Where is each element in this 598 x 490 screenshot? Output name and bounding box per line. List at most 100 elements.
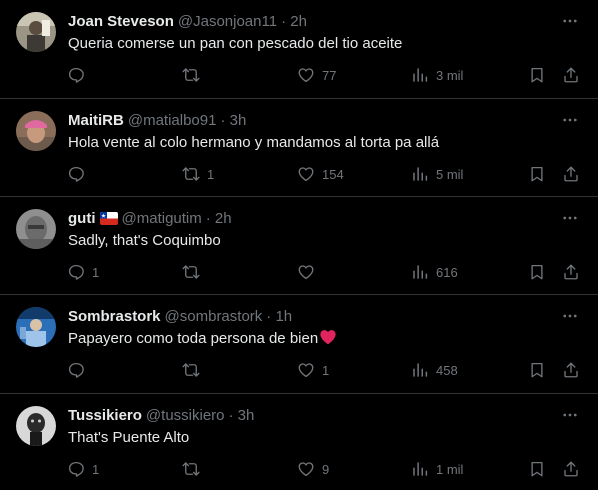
- more-icon[interactable]: [558, 404, 582, 426]
- tweet[interactable]: guti @matigutim · 2h Sadly, that's Coqui…: [0, 197, 598, 295]
- views-icon: [410, 459, 430, 479]
- views-icon: [410, 164, 430, 184]
- views-button[interactable]: 5 mil: [410, 162, 463, 186]
- bookmark-button[interactable]: [527, 260, 547, 284]
- reply-button[interactable]: [66, 162, 92, 186]
- share-button[interactable]: [561, 63, 581, 87]
- action-bar: 77 3 mil: [0, 63, 598, 87]
- like-count: 154: [322, 166, 344, 182]
- retweet-icon: [181, 164, 201, 184]
- retweet-button[interactable]: [181, 63, 207, 87]
- bookmark-icon: [527, 459, 547, 479]
- views-icon: [410, 262, 430, 282]
- more-icon[interactable]: [558, 305, 582, 327]
- reply-icon: [66, 164, 86, 184]
- display-name[interactable]: guti: [68, 210, 96, 227]
- handle[interactable]: @matigutim: [122, 210, 202, 227]
- like-button[interactable]: 77: [296, 63, 336, 87]
- reply-button[interactable]: 1: [66, 457, 99, 481]
- timestamp[interactable]: · 3h: [229, 407, 255, 424]
- views-button[interactable]: 616: [410, 260, 458, 284]
- retweet-count: 1: [207, 166, 215, 182]
- heart-icon: [296, 360, 316, 380]
- handle[interactable]: @tussikiero: [146, 407, 225, 424]
- like-count: 77: [322, 67, 337, 83]
- timestamp[interactable]: · 2h: [281, 13, 307, 30]
- reply-icon: [66, 459, 86, 479]
- tweet[interactable]: Tussikiero @tussikiero · 3h That's Puent…: [0, 394, 598, 490]
- retweet-button[interactable]: 1: [181, 162, 214, 186]
- tweet-text: Papayero como toda persona de bien: [68, 329, 578, 349]
- timestamp[interactable]: · 1h: [266, 308, 292, 325]
- like-button[interactable]: [296, 260, 322, 284]
- bookmark-icon: [527, 262, 547, 282]
- red-heart-emoji-icon: [319, 329, 337, 345]
- timestamp[interactable]: · 2h: [206, 210, 232, 227]
- views-icon: [410, 360, 430, 380]
- handle[interactable]: @matialbo91: [128, 112, 217, 129]
- retweet-button[interactable]: [181, 260, 207, 284]
- share-button[interactable]: [561, 457, 581, 481]
- bookmark-button[interactable]: [527, 457, 547, 481]
- views-icon: [410, 65, 430, 85]
- share-button[interactable]: [561, 260, 581, 284]
- retweet-button[interactable]: [181, 358, 207, 382]
- like-button[interactable]: 9: [296, 457, 329, 481]
- views-button[interactable]: 3 mil: [410, 63, 463, 87]
- action-bar: 1 154 5 mil: [0, 162, 598, 186]
- bookmark-button[interactable]: [527, 162, 547, 186]
- view-count: 616: [436, 264, 458, 280]
- avatar[interactable]: [16, 12, 56, 52]
- reply-button[interactable]: [66, 63, 92, 87]
- share-icon: [561, 459, 581, 479]
- bookmark-button[interactable]: [527, 63, 547, 87]
- more-icon[interactable]: [558, 109, 582, 131]
- share-icon: [561, 65, 581, 85]
- tweet[interactable]: MaitiRB @matialbo91 · 3h Hola vente al c…: [0, 99, 598, 197]
- tweet-text: Sadly, that's Coquimbo: [68, 232, 221, 249]
- bookmark-icon: [527, 360, 547, 380]
- handle[interactable]: @sombrastork: [165, 308, 263, 325]
- like-button[interactable]: 1: [296, 358, 329, 382]
- bookmark-button[interactable]: [527, 358, 547, 382]
- retweet-icon: [181, 360, 201, 380]
- replies-feed: Joan Steveson @Jasonjoan11 · 2h Queria c…: [0, 0, 598, 490]
- handle[interactable]: @Jasonjoan11: [178, 13, 277, 30]
- tweet-text: Hola vente al colo hermano y mandamos al…: [68, 134, 440, 151]
- more-icon[interactable]: [558, 207, 582, 229]
- views-button[interactable]: 458: [410, 358, 458, 382]
- retweet-button[interactable]: [181, 457, 207, 481]
- tweet[interactable]: Joan Steveson @Jasonjoan11 · 2h Queria c…: [0, 0, 598, 99]
- display-name[interactable]: MaitiRB: [68, 112, 124, 129]
- reply-icon: [66, 65, 86, 85]
- view-count: 3 mil: [436, 67, 464, 83]
- display-name[interactable]: Sombrastork: [68, 308, 161, 325]
- heart-icon: [296, 65, 316, 85]
- tweet[interactable]: Sombrastork @sombrastork · 1h Papayero c…: [0, 295, 598, 394]
- share-button[interactable]: [561, 162, 581, 186]
- avatar[interactable]: [16, 307, 56, 347]
- share-icon: [561, 360, 581, 380]
- timestamp[interactable]: · 3h: [220, 112, 246, 129]
- display-name[interactable]: Tussikiero: [68, 407, 142, 424]
- reply-button[interactable]: 1: [66, 260, 99, 284]
- avatar[interactable]: [16, 209, 56, 249]
- action-bar: 1 616: [0, 260, 598, 284]
- share-icon: [561, 164, 581, 184]
- tweet-text: Queria comerse un pan con pescado del ti…: [68, 35, 403, 52]
- avatar[interactable]: [16, 111, 56, 151]
- action-bar: 1 458: [0, 358, 598, 382]
- display-name[interactable]: Joan Steveson: [68, 13, 174, 30]
- views-button[interactable]: 1 mil: [410, 457, 463, 481]
- retweet-icon: [181, 262, 201, 282]
- tweet-text-content: Papayero como toda persona de bien: [68, 330, 319, 347]
- action-bar: 1 9 1 mil: [0, 457, 598, 481]
- heart-icon: [296, 262, 316, 282]
- avatar[interactable]: [16, 406, 56, 446]
- tweet-text: That's Puente Alto: [68, 429, 190, 446]
- reply-button[interactable]: [66, 358, 92, 382]
- like-count: 1: [322, 362, 330, 378]
- share-button[interactable]: [561, 358, 581, 382]
- like-button[interactable]: 154: [296, 162, 344, 186]
- more-icon[interactable]: [558, 10, 582, 32]
